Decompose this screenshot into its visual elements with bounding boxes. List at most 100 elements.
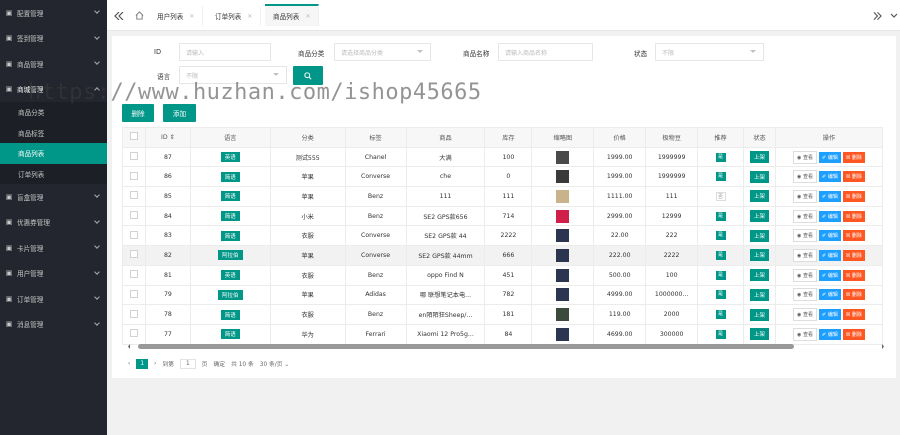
checkbox[interactable]: [129, 191, 138, 200]
tab-1[interactable]: 订单列表 ✕: [207, 6, 262, 26]
checkbox[interactable]: [129, 132, 138, 141]
product-thumbnail[interactable]: [556, 229, 570, 243]
tab-0[interactable]: 用户列表 ✕: [149, 6, 204, 26]
page-input[interactable]: 1: [179, 358, 196, 369]
checkbox[interactable]: [129, 230, 138, 239]
row-checkbox-cell[interactable]: [122, 284, 146, 306]
sidebar-item-3[interactable]: ▣ 商城管理: [0, 77, 107, 103]
tab-2[interactable]: 商品列表 ✕: [265, 4, 320, 26]
sidebar-item-6[interactable]: ▣ 卡片管理: [0, 235, 107, 261]
delete-row-button[interactable]: ☒ 删除: [842, 328, 865, 340]
delete-row-button[interactable]: ☒ 删除: [842, 230, 865, 242]
sidebar-item-4[interactable]: ▣ 盲盒管理: [0, 184, 107, 210]
checkbox[interactable]: [129, 171, 138, 180]
sidebar-subitem-3[interactable]: 订单列表: [0, 163, 107, 184]
sidebar-subitem-2[interactable]: 商品列表: [0, 143, 107, 164]
product-thumbnail[interactable]: [556, 288, 570, 302]
view-button[interactable]: ◉ 查看: [793, 288, 818, 302]
sidebar-item-9[interactable]: ▣ 消息管理: [0, 312, 107, 338]
horizontal-scrollbar[interactable]: [128, 343, 884, 350]
scroll-tabs-right-icon[interactable]: [870, 0, 884, 31]
sidebar-item-7[interactable]: ▣ 用户管理: [0, 261, 107, 287]
filter-id-input[interactable]: 请输入: [179, 43, 271, 61]
edit-button[interactable]: ✐ 编辑: [819, 151, 841, 163]
view-button[interactable]: ◉ 查看: [793, 229, 818, 243]
next-page-icon[interactable]: ›: [154, 361, 156, 367]
checkbox[interactable]: [129, 211, 138, 220]
delete-row-button[interactable]: ☒ 删除: [842, 151, 865, 163]
row-checkbox-cell[interactable]: [122, 186, 146, 207]
edit-button[interactable]: ✐ 编辑: [819, 249, 841, 261]
view-button[interactable]: ◉ 查看: [793, 170, 818, 184]
edit-button[interactable]: ✐ 编辑: [819, 190, 841, 202]
product-thumbnail[interactable]: [556, 268, 570, 282]
close-icon[interactable]: ✕: [247, 13, 252, 20]
confirm-button[interactable]: 确定: [213, 359, 225, 368]
sidebar-subitem-0[interactable]: 商品分类: [0, 102, 107, 123]
view-button[interactable]: ◉ 查看: [793, 150, 818, 164]
tab-menu-chevron-icon[interactable]: [887, 0, 900, 31]
sidebar-item-8[interactable]: ▣ 订单管理: [0, 286, 107, 312]
sidebar-item-1[interactable]: ▣ 签到管理: [0, 26, 107, 52]
filter-lang-select[interactable]: 不限: [179, 66, 287, 84]
view-button[interactable]: ◉ 查看: [793, 308, 818, 322]
row-checkbox-cell[interactable]: [122, 166, 146, 188]
delete-button[interactable]: 删除: [122, 104, 154, 122]
view-button[interactable]: ◉ 查看: [793, 189, 818, 203]
sort-icon[interactable]: ⇕: [170, 134, 175, 141]
row-checkbox-cell[interactable]: [122, 264, 146, 286]
delete-row-button[interactable]: ☒ 删除: [842, 171, 865, 183]
row-checkbox-cell[interactable]: [122, 245, 146, 266]
row-checkbox-cell[interactable]: [122, 304, 146, 325]
row-checkbox-cell[interactable]: [122, 225, 146, 247]
checkbox[interactable]: [129, 152, 138, 161]
search-button[interactable]: [293, 66, 323, 85]
view-button[interactable]: ◉ 查看: [793, 209, 818, 223]
prev-page-icon[interactable]: ‹: [128, 361, 130, 367]
edit-button[interactable]: ✐ 编辑: [819, 328, 841, 340]
sidebar-item-5[interactable]: ▣ 优惠券管理: [0, 210, 107, 236]
view-button[interactable]: ◉ 查看: [793, 248, 818, 262]
checkbox[interactable]: [129, 250, 138, 259]
filter-name-input[interactable]: 请输入商品名称: [498, 43, 593, 61]
delete-row-button[interactable]: ☒ 删除: [842, 289, 865, 301]
column-header[interactable]: ID ⇕: [144, 127, 191, 148]
close-icon[interactable]: ✕: [305, 13, 310, 20]
product-thumbnail[interactable]: [556, 308, 570, 322]
per-page-select[interactable]: 30 条/页 ⌄: [260, 359, 289, 368]
edit-button[interactable]: ✐ 编辑: [819, 269, 841, 281]
filter-category-select[interactable]: 请选择商品分类: [334, 43, 431, 61]
checkbox[interactable]: [129, 270, 138, 279]
checkbox[interactable]: [129, 329, 138, 338]
home-icon[interactable]: [131, 0, 147, 31]
sidebar-subitem-1[interactable]: 商品标签: [0, 122, 107, 143]
checkbox[interactable]: [129, 289, 138, 298]
product-thumbnail[interactable]: [556, 170, 570, 184]
sidebar-item-2[interactable]: ▣ 商品管理: [0, 51, 107, 77]
edit-button[interactable]: ✐ 编辑: [819, 230, 841, 242]
product-thumbnail[interactable]: [556, 209, 570, 223]
delete-row-button[interactable]: ☒ 删除: [842, 190, 865, 202]
product-thumbnail[interactable]: [556, 248, 570, 262]
row-checkbox-cell[interactable]: [122, 205, 146, 227]
row-checkbox-cell[interactable]: [122, 323, 146, 345]
checkbox[interactable]: [129, 309, 138, 318]
close-icon[interactable]: ✕: [189, 13, 194, 20]
add-button[interactable]: 添加: [163, 104, 196, 122]
delete-row-button[interactable]: ☒ 删除: [842, 249, 865, 261]
delete-row-button[interactable]: ☒ 删除: [842, 309, 865, 321]
filter-status-select[interactable]: 不限: [655, 43, 764, 61]
edit-button[interactable]: ✐ 编辑: [819, 309, 841, 321]
edit-button[interactable]: ✐ 编辑: [819, 289, 841, 301]
edit-button[interactable]: ✐ 编辑: [819, 210, 841, 222]
select-all-checkbox-cell[interactable]: [122, 127, 146, 148]
row-checkbox-cell[interactable]: [122, 146, 146, 168]
product-thumbnail[interactable]: [556, 189, 570, 203]
delete-row-button[interactable]: ☒ 删除: [842, 269, 865, 281]
delete-row-button[interactable]: ☒ 删除: [842, 210, 865, 222]
page-current[interactable]: 1: [136, 358, 149, 369]
edit-button[interactable]: ✐ 编辑: [819, 171, 841, 183]
product-thumbnail[interactable]: [556, 150, 570, 164]
collapse-sidebar-icon[interactable]: [111, 0, 127, 31]
view-button[interactable]: ◉ 查看: [793, 327, 818, 341]
